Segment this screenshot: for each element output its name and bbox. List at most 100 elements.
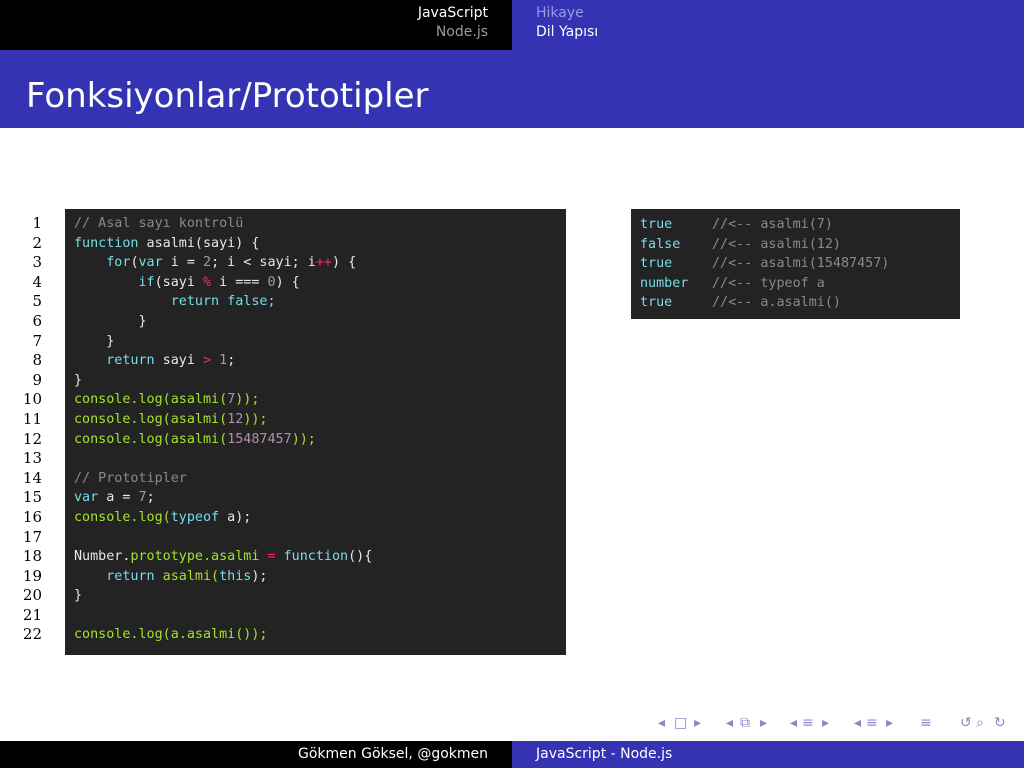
code-token: console.log(a.asalmi()); (74, 627, 268, 643)
line-number: 5 (32, 292, 42, 311)
code-token: (sayi (154, 274, 203, 290)
nav-next-subsection-icon[interactable]: ▸ (760, 715, 767, 731)
line-number: 22 (22, 625, 42, 644)
code-token: return (106, 568, 155, 584)
code-line: function asalmi(sayi) { (74, 234, 566, 254)
nav-next-section-icon[interactable]: ▸ (822, 715, 829, 731)
code-token: = (267, 549, 276, 565)
footer-author-box: Gökmen Göksel, @gokmen (0, 741, 512, 768)
code-token: a); (219, 509, 252, 525)
nav-next-doc-icon[interactable]: ▸ (886, 715, 893, 731)
nav-forward-icon[interactable]: ↻ (994, 715, 1006, 731)
line-number: 11 (22, 409, 42, 428)
output-line: true //<-- asalmi(15487457) (640, 254, 960, 274)
nav-prev-subsection-icon[interactable]: ◂ (726, 715, 733, 731)
output-comment: //<-- asalmi(15487457) (712, 256, 890, 272)
code-token: sayi (154, 353, 203, 369)
output-comment: //<-- asalmi(7) (712, 217, 833, 232)
line-number: 21 (22, 605, 42, 624)
code-token: if (138, 274, 155, 290)
nav-frame-icon[interactable]: □ (674, 715, 687, 731)
code-listing: // Asal sayı kontrolü function asalmi(say… (65, 209, 566, 655)
output-value: true (640, 295, 673, 311)
code-token: ++ (315, 255, 332, 271)
footer-author: Gökmen Göksel, @gokmen (298, 746, 488, 762)
output-line: true //<-- asalmi(7) (640, 215, 960, 235)
line-number: 3 (32, 253, 42, 272)
code-token: ( (130, 255, 139, 271)
code-token: ; (227, 353, 236, 369)
code-token: asalmi( (154, 568, 220, 584)
line-number: 4 (32, 272, 42, 291)
code-line: return false; (74, 292, 566, 312)
section-nav: JavaScript Node.js (0, 0, 512, 50)
line-number: 1 (32, 214, 42, 232)
line-number: 8 (32, 351, 42, 370)
code-token: function (74, 235, 139, 251)
code-line: console.log(typeof a); (74, 508, 566, 528)
code-token: false; (219, 294, 276, 310)
nav-prev-frame-icon[interactable]: ◂ (658, 715, 665, 731)
output-value: true (640, 217, 673, 232)
code-token: (){ (348, 549, 373, 565)
code-token: var (74, 490, 99, 506)
line-number: 19 (22, 566, 42, 585)
code-token: console.log(asalmi( (74, 392, 228, 408)
code-line: console.log(asalmi(12)); (74, 410, 566, 430)
code-token: this (219, 568, 252, 584)
nav-prev-doc-icon[interactable]: ◂ (854, 715, 861, 731)
line-number: 7 (32, 331, 42, 350)
line-number: 2 (32, 233, 42, 252)
frame-title: Fonksiyonlar/Prototipler (26, 76, 429, 116)
output-line: false //<-- asalmi(12) (640, 235, 960, 255)
code-token: function (283, 549, 349, 565)
code-line: console.log(a.asalmi()); (74, 625, 566, 645)
code-line: return sayi > 1; (74, 351, 566, 371)
code-token: var (138, 255, 163, 271)
line-number: 6 (32, 311, 42, 330)
code-token: ); (251, 568, 268, 584)
code-token: } (74, 313, 147, 329)
output-value: number (640, 275, 689, 291)
code-line-numbers: 1 2 3 4 5 6 7 8 9 10 11 12 13 14 15 16 17 18 19 20 21 22 (10, 214, 42, 645)
line-number: 15 (22, 488, 42, 507)
code-line: } (74, 332, 566, 352)
code-token: Number. (74, 549, 131, 565)
code-line: } (74, 312, 566, 332)
code-token: typeof (170, 509, 220, 525)
code-token: i = (162, 255, 203, 271)
output-line: number //<-- typeof a (640, 274, 960, 294)
nav-section-javascript[interactable]: JavaScript (418, 5, 488, 21)
nav-subsection-icon[interactable]: ⧉ (740, 715, 750, 731)
code-token: 2 (203, 255, 212, 271)
nav-toc-icon[interactable]: ≡ (920, 715, 932, 731)
nav-subsection-dil-yapisi[interactable]: Dil Yapısı (536, 24, 598, 40)
nav-doc-icon[interactable]: ≡ (866, 715, 878, 731)
output-value: false (640, 236, 681, 252)
nav-back-icon[interactable]: ↺ (960, 715, 972, 731)
line-number: 13 (22, 449, 42, 468)
nav-prev-section-icon[interactable]: ◂ (790, 715, 797, 731)
code-token: } (74, 372, 83, 388)
code-token: // Asal sayı kontrolü (74, 216, 244, 231)
code-token: // Prototipler (74, 470, 187, 486)
top-navigation: JavaScript Node.js Hikaye Dil Yapısı (0, 0, 1024, 50)
nav-section-nodejs[interactable]: Node.js (436, 24, 488, 40)
code-token: i === (211, 274, 268, 290)
nav-section-icon[interactable]: ≡ (802, 715, 814, 731)
code-token: for (106, 255, 131, 271)
nav-next-frame-icon[interactable]: ▸ (694, 715, 701, 731)
line-number: 12 (22, 429, 42, 448)
code-line: Number.prototype.asalmi = function(){ (74, 547, 566, 567)
nav-search-icon[interactable]: ⌕ (976, 715, 984, 731)
output-comment: //<-- asalmi(12) (712, 236, 841, 252)
code-line: return asalmi(this); (74, 567, 566, 587)
nav-subsection-hikaye[interactable]: Hikaye (536, 5, 584, 21)
